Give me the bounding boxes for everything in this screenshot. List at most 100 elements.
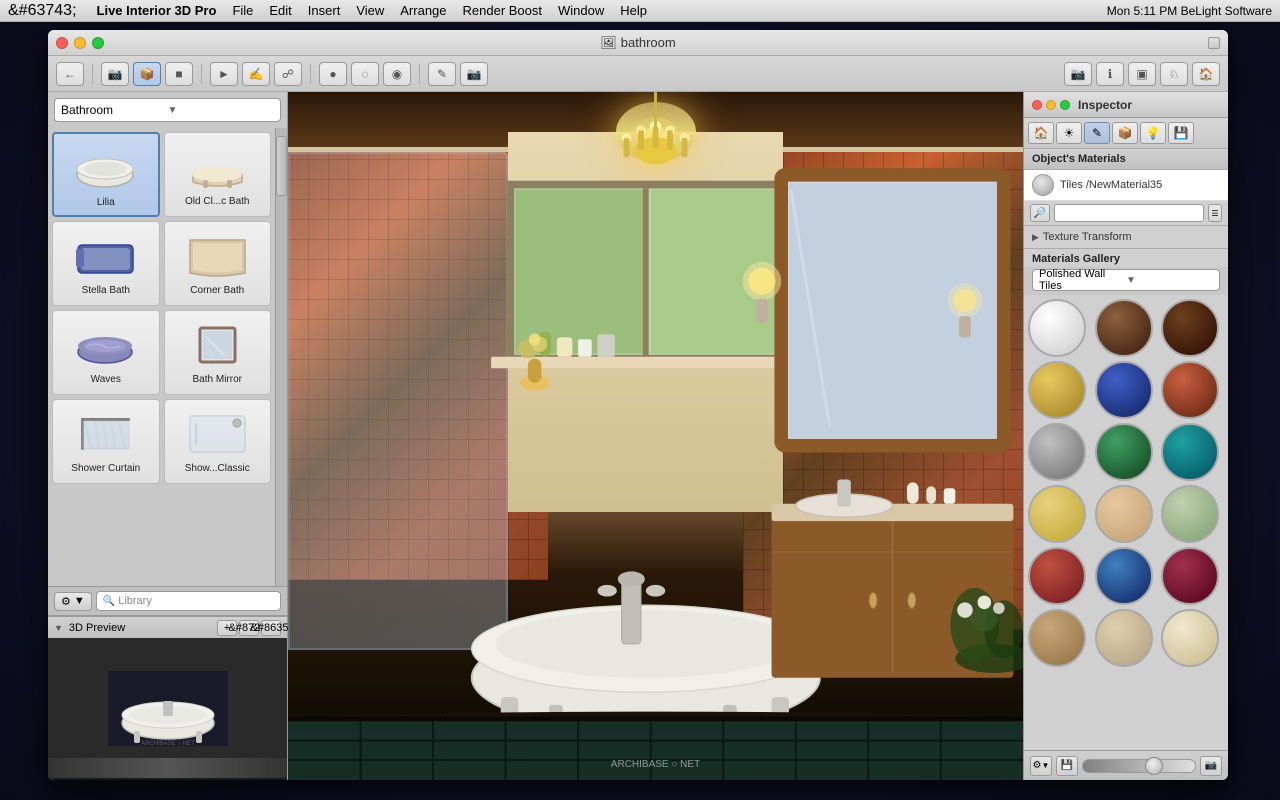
inspector-title-bar: Inspector <box>1024 92 1228 118</box>
inspector-close[interactable] <box>1032 100 1042 110</box>
swatch-dk-brown[interactable] <box>1161 299 1219 357</box>
menu-file[interactable]: File <box>232 3 253 18</box>
preview-collapse-icon[interactable]: ▼ <box>54 623 63 633</box>
swatch-blue[interactable] <box>1095 361 1153 419</box>
app-window: 🖼 bathroom ← 📷 📦 ■ ► ✍ ☍ ● ◌ ◉ ✎ 📷 📷 ℹ ▣… <box>48 30 1228 780</box>
inspector-tab-light[interactable]: ☀ <box>1056 122 1082 144</box>
scrollbar-thumb[interactable] <box>276 136 287 196</box>
item-lilia[interactable]: Lilia <box>52 132 160 217</box>
toolbar-record[interactable]: 📷 <box>1064 62 1092 86</box>
inspector-tab-object[interactable]: 📦 <box>1112 122 1138 144</box>
lilia-bath-svg <box>73 147 138 189</box>
gear-icon: ⚙ <box>61 595 71 608</box>
swatch-green[interactable] <box>1095 423 1153 481</box>
swatch-red-tile[interactable] <box>1028 547 1086 605</box>
title-controls[interactable] <box>1208 37 1220 49</box>
swatch-teal[interactable] <box>1161 423 1219 481</box>
item-corner-bath[interactable]: Corner Bath <box>164 221 272 306</box>
toolbar-library[interactable]: 📷 <box>101 62 129 86</box>
inspector-maximize[interactable] <box>1060 100 1070 110</box>
item-stella[interactable]: Stella Bath <box>52 221 160 306</box>
toolbar-align[interactable]: ☍ <box>274 62 302 86</box>
maximize-button[interactable] <box>92 37 104 49</box>
menu-insert[interactable]: Insert <box>308 3 341 18</box>
toolbar-view3d[interactable]: ♘ <box>1160 62 1188 86</box>
close-button[interactable] <box>56 37 68 49</box>
gear-button[interactable]: ⚙ ▼ <box>54 592 92 611</box>
inspector-slider[interactable] <box>1082 759 1196 773</box>
toolbar-info[interactable]: ℹ <box>1096 62 1124 86</box>
swatch-red-brown[interactable] <box>1161 361 1219 419</box>
item-show-classic[interactable]: Show...Classic <box>164 399 272 484</box>
material-item[interactable]: Tiles /NewMaterial35 <box>1024 170 1228 201</box>
svg-text:ARCHIBASE ○ NET: ARCHIBASE ○ NET <box>141 741 195 746</box>
zoom-reset-button[interactable]: &#8635; <box>261 620 281 636</box>
toolbar-back[interactable]: ← <box>56 62 84 86</box>
menu-bar: &#63743; Live Interior 3D Pro File Edit … <box>0 0 1280 22</box>
menu-arrange[interactable]: Arrange <box>400 3 446 18</box>
apple-menu[interactable]: &#63743; <box>8 2 77 20</box>
materials-gallery-dropdown[interactable]: Polished Wall Tiles ▼ <box>1032 269 1220 291</box>
inspector-export-button[interactable]: 💾 <box>1056 756 1078 776</box>
toolbar-home[interactable]: 🏠 <box>1192 62 1220 86</box>
swatch-blue-tile[interactable] <box>1095 547 1153 605</box>
toolbar-draw[interactable]: ✎ <box>428 62 456 86</box>
menu-window[interactable]: Window <box>558 3 604 18</box>
menu-help[interactable]: Help <box>620 3 647 18</box>
swatch-tan[interactable] <box>1028 609 1086 667</box>
eyedropper-button[interactable]: 🔎 <box>1030 204 1050 222</box>
swatch-wine[interactable] <box>1161 547 1219 605</box>
material-search-input[interactable] <box>1054 204 1204 222</box>
item-waves[interactable]: Waves <box>52 310 160 395</box>
toolbar-cursor[interactable]: ► <box>210 62 238 86</box>
item-old-bath-label: Old Cl...c Bath <box>185 196 249 208</box>
toolbar-dot1[interactable]: ● <box>319 62 347 86</box>
sidebar-scrollbar[interactable] <box>275 128 287 586</box>
inspector-tab-disk[interactable]: 💾 <box>1168 122 1194 144</box>
item-old-bath[interactable]: Old Cl...c Bath <box>164 132 272 217</box>
toolbar-objects[interactable]: 📦 <box>133 62 161 86</box>
inspector-tab-home[interactable]: 🏠 <box>1028 122 1054 144</box>
swatch-brown[interactable] <box>1095 299 1153 357</box>
swatch-gold[interactable] <box>1028 361 1086 419</box>
material-swatch <box>1032 174 1054 196</box>
material-list-icon[interactable]: ☰ <box>1208 204 1222 222</box>
category-dropdown[interactable]: Bathroom ▼ <box>54 98 281 122</box>
inspector-image-button[interactable]: 📷 <box>1200 756 1222 776</box>
item-bath-mirror-icon <box>182 317 252 372</box>
gallery-dropdown-arrow-icon: ▼ <box>1126 275 1213 286</box>
toolbar-materials[interactable]: ■ <box>165 62 193 86</box>
menu-view[interactable]: View <box>356 3 384 18</box>
swatch-white[interactable] <box>1028 299 1086 357</box>
item-corner-bath-icon <box>182 228 252 283</box>
inspector-slider-thumb[interactable] <box>1145 757 1163 775</box>
inspector-settings-button[interactable]: ⚙ ▼ <box>1030 756 1052 776</box>
swatch-beige-tile[interactable] <box>1095 609 1153 667</box>
minimize-button[interactable] <box>74 37 86 49</box>
toolbar-camera[interactable]: 📷 <box>460 62 488 86</box>
texture-transform-row[interactable]: ▶ Texture Transform <box>1024 226 1228 249</box>
inspector-tab-material[interactable]: ✎ <box>1084 122 1110 144</box>
menu-edit[interactable]: Edit <box>269 3 291 18</box>
toolbar-right: 📷 ℹ ▣ ♘ 🏠 <box>1064 62 1220 86</box>
swatch-peach[interactable] <box>1095 485 1153 543</box>
library-search[interactable]: 🔍 Library <box>96 591 281 611</box>
item-shower-curtain[interactable]: Shower Curtain <box>52 399 160 484</box>
inspector-tab-lamp[interactable]: 💡 <box>1140 122 1166 144</box>
sidebar-controls: ⚙ ▼ 🔍 Library <box>54 591 281 611</box>
toolbar-floor[interactable]: ▣ <box>1128 62 1156 86</box>
toolbar-hand[interactable]: ✍ <box>242 62 270 86</box>
inspector-minimize[interactable] <box>1046 100 1056 110</box>
toolbar-dot3[interactable]: ◉ <box>383 62 411 86</box>
swatch-gray[interactable] <box>1028 423 1086 481</box>
toolbar-dot2[interactable]: ◌ <box>351 62 379 86</box>
swatches-grid <box>1028 299 1224 667</box>
item-bath-mirror[interactable]: Bath Mirror <box>164 310 272 395</box>
swatch-cream[interactable] <box>1161 609 1219 667</box>
swatch-yellow[interactable] <box>1028 485 1086 543</box>
title-bar: 🖼 bathroom <box>48 30 1228 56</box>
app-name[interactable]: Live Interior 3D Pro <box>97 3 217 18</box>
toolbar-sep1 <box>92 64 93 84</box>
swatch-sage[interactable] <box>1161 485 1219 543</box>
menu-render[interactable]: Render Boost <box>463 3 543 18</box>
